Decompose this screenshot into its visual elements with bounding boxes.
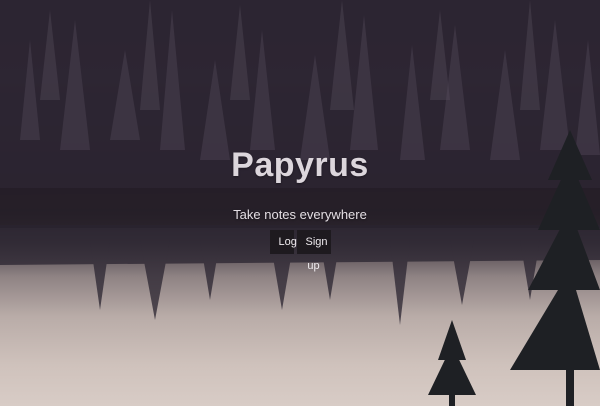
tagline: Take notes everywhere [233, 207, 367, 222]
hero-section: Papyrus Take notes everywhere Login Sign… [0, 0, 600, 406]
hero-content: Papyrus Take notes everywhere Login Sign… [0, 0, 600, 406]
page-title: Papyrus [231, 146, 369, 184]
login-button[interactable]: Login [269, 230, 305, 254]
auth-actions: Login Sign up [0, 230, 600, 272]
signup-button[interactable]: Sign up [296, 230, 331, 272]
